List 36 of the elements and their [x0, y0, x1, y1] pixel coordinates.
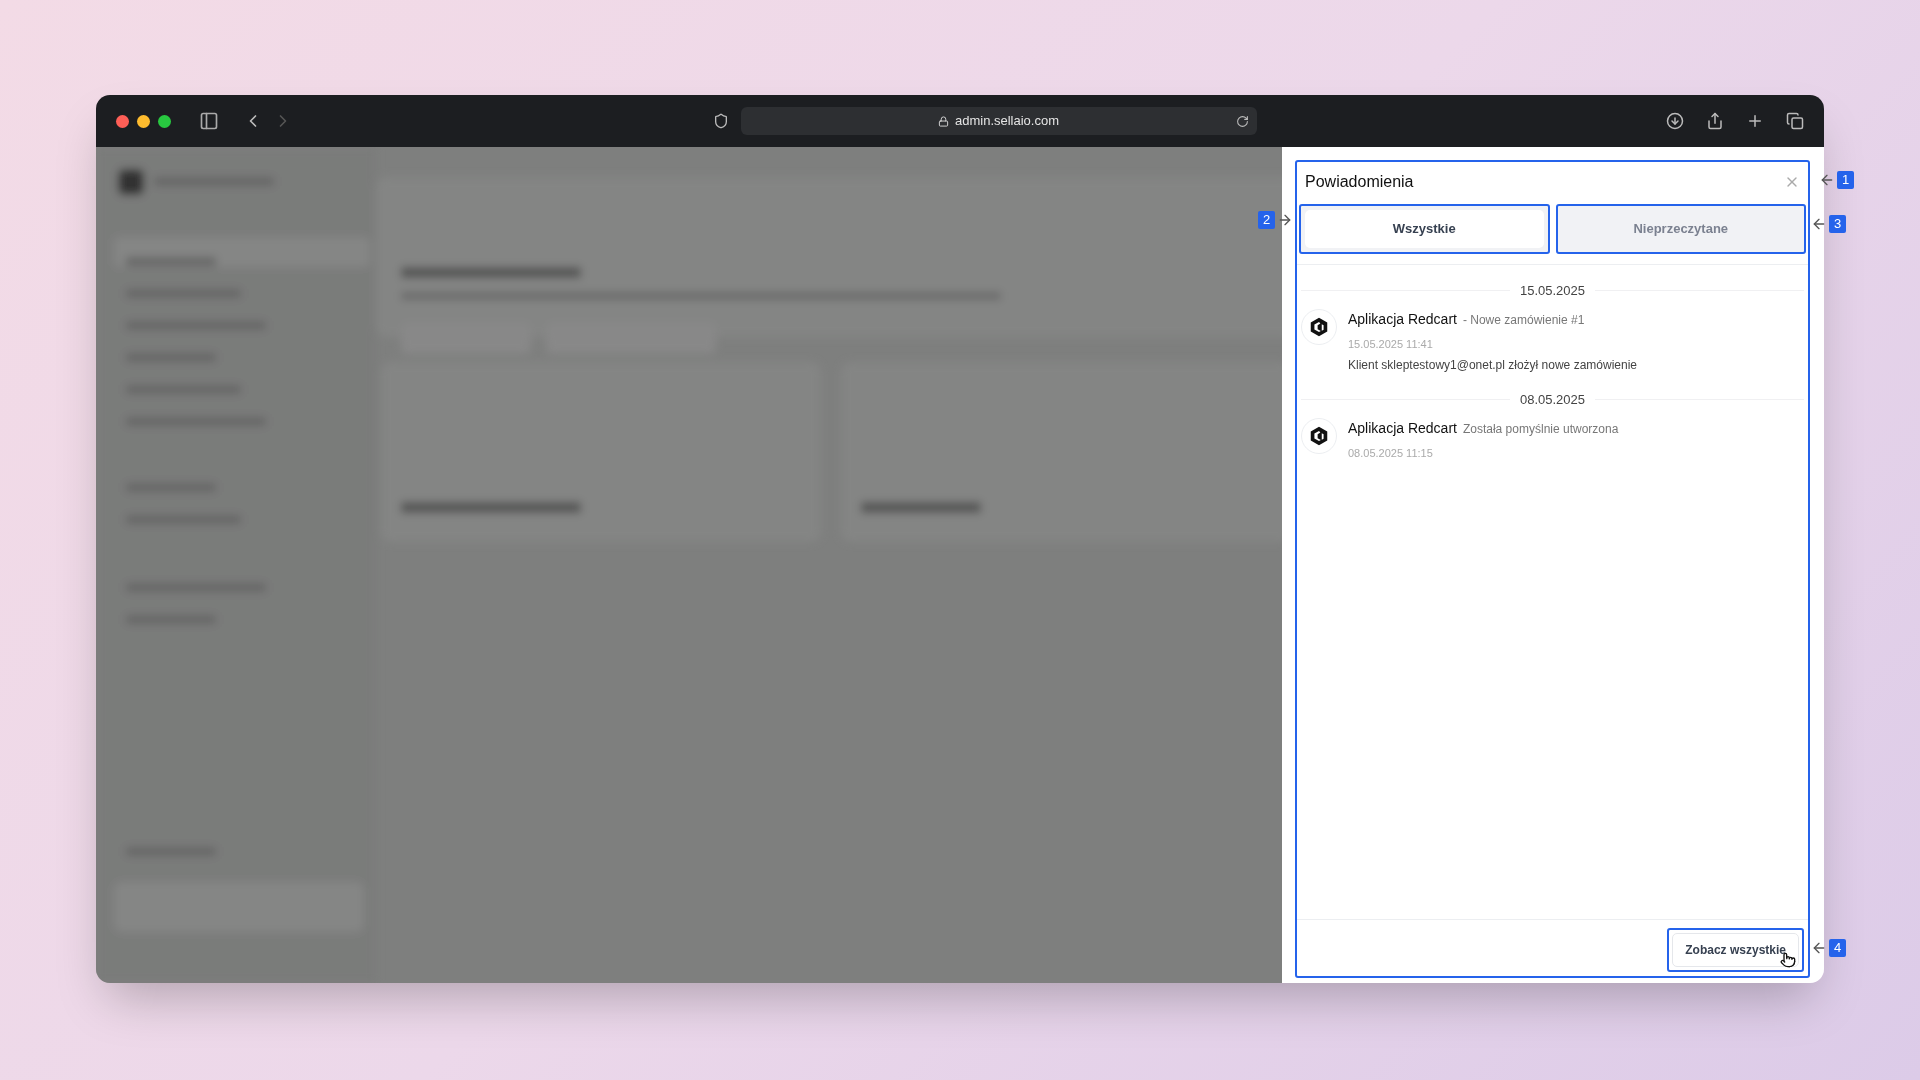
date-separator: 15.05.2025 [1519, 282, 1586, 300]
annotation-badge: 2 [1258, 211, 1276, 229]
reload-icon[interactable] [1235, 114, 1249, 128]
notification-time: 08.05.2025 11:15 [1348, 445, 1434, 461]
notification-subject: Została pomyślnie utworzona [1462, 420, 1619, 438]
share-icon[interactable] [1706, 112, 1724, 130]
see-all-button[interactable]: Zobacz wszystkie [1672, 933, 1799, 967]
notification-item[interactable]: Aplikacja Redcart Została pomyślnie utworzona 08.05.2025 11:15 [1301, 417, 1804, 461]
tabs-overview-icon[interactable] [1786, 112, 1804, 130]
close-window-button[interactable] [116, 114, 129, 128]
new-tab-icon[interactable] [1746, 112, 1764, 130]
hexagon-logo-icon [1308, 315, 1330, 338]
sidebar-icon[interactable] [199, 111, 219, 131]
annotation-badge: 3 [1829, 215, 1847, 233]
notification-body: Klient skleptestowy1@onet.pl złożył nowe zamówienie [1348, 357, 1637, 374]
minimize-window-button[interactable] [137, 114, 150, 128]
zoom-window-button[interactable] [158, 114, 171, 128]
notification-sender: Aplikacja Redcart [1348, 309, 1457, 329]
tab[interactable]: Wszystkie [1299, 204, 1550, 254]
annotation-badge: 1 [1837, 171, 1855, 189]
url-text: admin.sellaio.com [954, 112, 1059, 131]
panel-title: Powiadomienia [1305, 172, 1414, 192]
notification-sender: Aplikacja Redcart [1348, 418, 1457, 438]
notification-time: 15.05.2025 11:41 [1348, 336, 1434, 352]
lock-icon [937, 115, 949, 127]
arrow-left-icon [1811, 940, 1827, 956]
download-icon[interactable] [1666, 112, 1684, 130]
notification-item[interactable]: Aplikacja Redcart - Nowe zamówienie #1 15.05.2025 11:41 Klient skleptestowy1@onet.pl złożył nowe zamówienie [1301, 308, 1804, 374]
arrow-left-icon [1819, 172, 1835, 188]
notification-subject: - Nowe zamówienie #1 [1462, 311, 1585, 329]
date-separator: 08.05.2025 [1519, 391, 1586, 409]
arrow-left-icon [1811, 216, 1827, 232]
shield-icon[interactable] [712, 113, 729, 129]
annotation-badge: 4 [1829, 939, 1847, 957]
address-bar[interactable]: admin.sellaio.com [740, 107, 1257, 135]
hexagon-logo-icon [1308, 424, 1330, 447]
